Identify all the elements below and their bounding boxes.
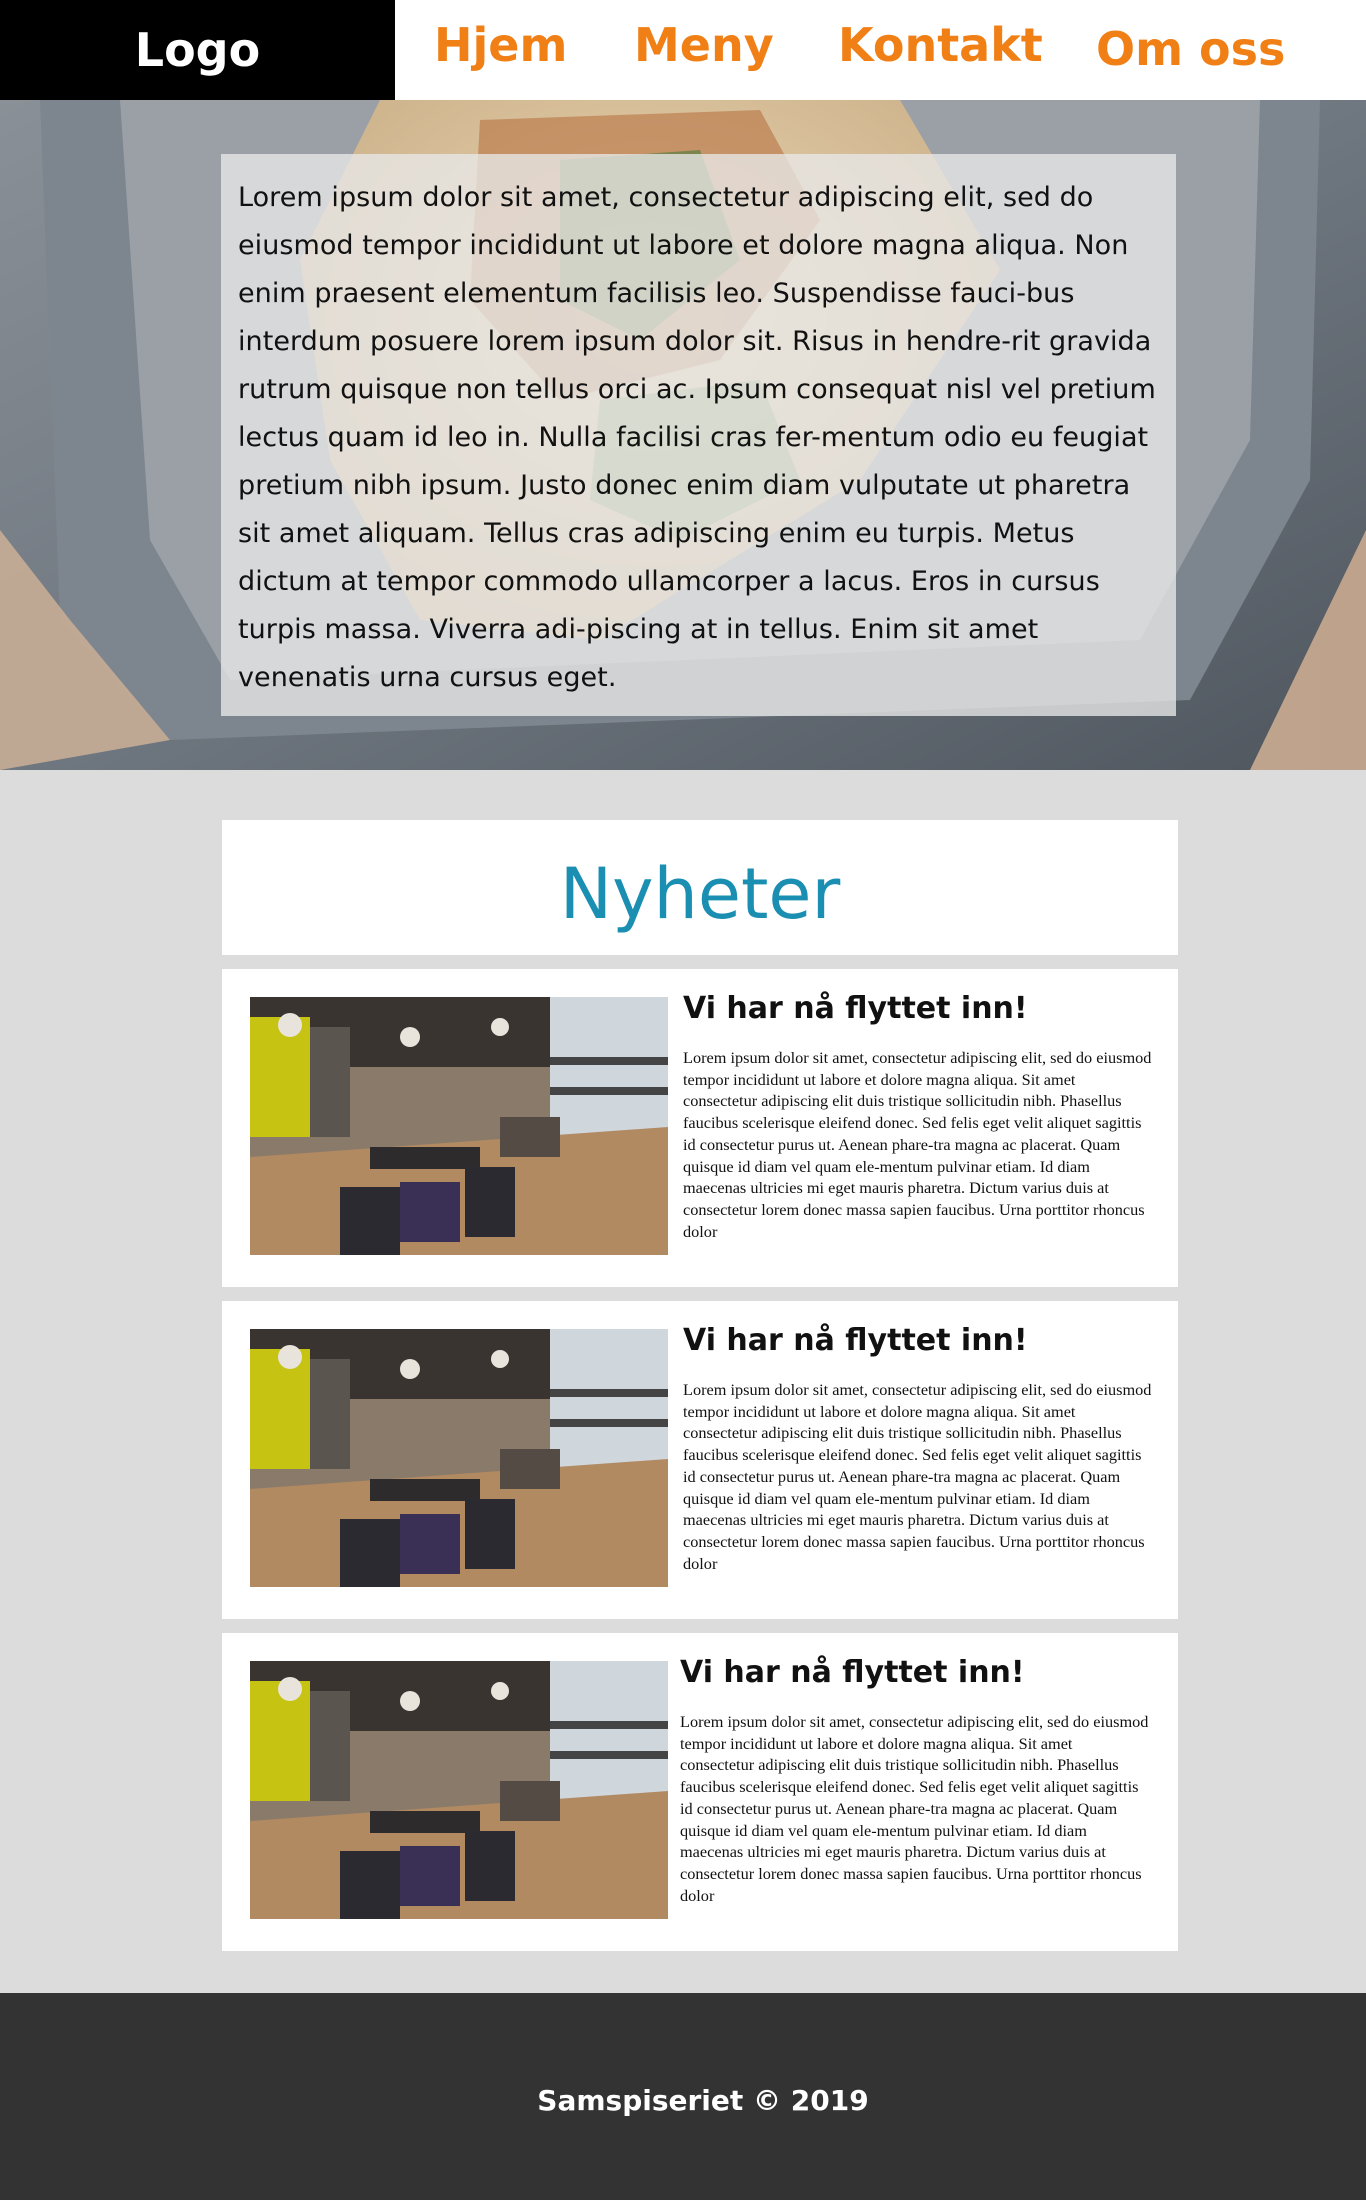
news-item-body: Lorem ipsum dolor sit amet, consectetur … <box>680 1712 1149 1905</box>
logo[interactable]: Logo <box>0 0 395 100</box>
hero-text: Lorem ipsum dolor sit amet, consectetur … <box>238 182 1156 693</box>
news-image-restaurant <box>250 997 668 1255</box>
news-card[interactable]: Vi har nå flyttet inn! Lorem ipsum dolor… <box>222 1301 1178 1619</box>
news-card[interactable]: Vi har nå flyttet inn! Lorem ipsum dolor… <box>222 969 1178 1287</box>
top-navigation: Logo Hjem Meny Kontakt Om oss <box>0 0 1366 100</box>
news-image-restaurant <box>250 1329 668 1587</box>
news-header-box: Nyheter <box>222 820 1178 955</box>
footer-copyright: Samspiseriet © 2019 <box>537 2084 869 2117</box>
news-item-title: Vi har nå flyttet inn! <box>683 1323 1028 1358</box>
news-item-body: Lorem ipsum dolor sit amet, consectetur … <box>683 1048 1152 1241</box>
footer: Samspiseriet © 2019 <box>0 1993 1366 2200</box>
hero-text-box: Lorem ipsum dolor sit amet, consectetur … <box>221 154 1176 716</box>
hero-banner: Lorem ipsum dolor sit amet, consectetur … <box>0 100 1366 770</box>
news-item-title: Vi har nå flyttet inn! <box>683 991 1028 1026</box>
nav-item-kontakt[interactable]: Kontakt <box>838 18 1043 72</box>
nav-item-om-oss[interactable]: Om oss <box>1096 22 1285 76</box>
news-item-body: Lorem ipsum dolor sit amet, consectetur … <box>683 1380 1152 1573</box>
news-image-restaurant <box>250 1661 668 1919</box>
nav-item-hjem[interactable]: Hjem <box>434 18 567 72</box>
nav-item-meny[interactable]: Meny <box>634 18 774 72</box>
news-card[interactable]: Vi har nå flyttet inn! Lorem ipsum dolor… <box>222 1633 1178 1951</box>
news-item-title: Vi har nå flyttet inn! <box>680 1655 1025 1690</box>
news-title: Nyheter <box>559 852 841 935</box>
